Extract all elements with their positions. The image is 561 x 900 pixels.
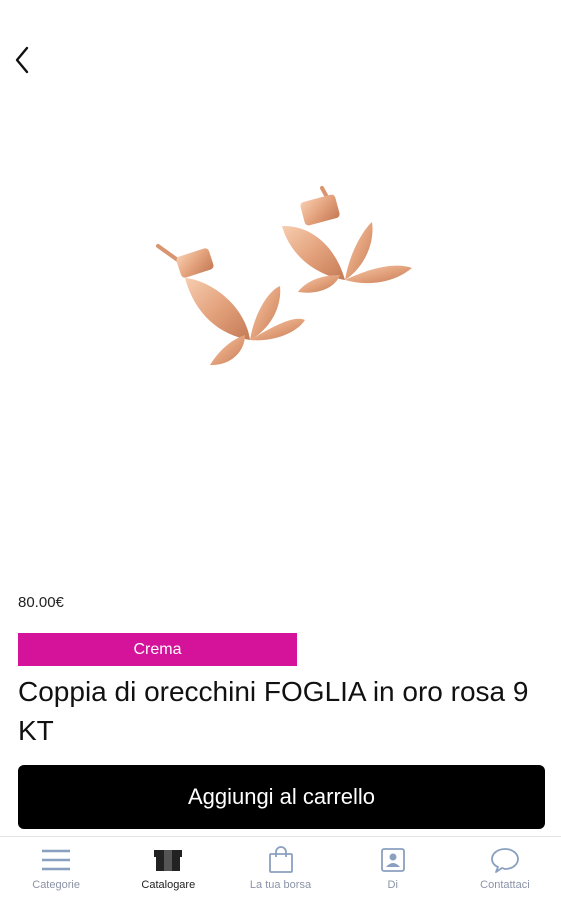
tab-di[interactable]: Di (337, 837, 449, 900)
tab-categorie[interactable]: Categorie (0, 837, 112, 900)
tab-label: Di (387, 879, 398, 891)
tab-catalogare[interactable]: Catalogare (112, 837, 224, 900)
bottom-tab-bar: Categorie Catalogare La tua borsa Di Con… (0, 836, 561, 900)
tab-label: La tua borsa (249, 879, 312, 891)
bag-icon (264, 845, 298, 875)
tab-label: Categorie (32, 879, 80, 891)
earrings-illustration (156, 186, 412, 366)
product-tag: Crema (18, 633, 297, 666)
product-price: 80.00€ (18, 594, 64, 611)
chevron-left-icon (15, 46, 29, 74)
product-page: 80.00€ Crema Coppia di orecchini FOGLIA … (0, 0, 561, 900)
add-to-cart-button[interactable]: Aggiungi al carrello (18, 765, 545, 829)
left-earring (156, 244, 305, 366)
back-button[interactable] (8, 42, 36, 78)
chat-icon (488, 845, 522, 875)
profile-icon (376, 845, 410, 875)
product-image (0, 130, 561, 460)
tab-la-tua-borsa[interactable]: La tua borsa (224, 837, 336, 900)
menu-icon (39, 845, 73, 875)
tab-contattaci[interactable]: Contattaci (449, 837, 561, 900)
tab-label: Catalogare (141, 879, 196, 891)
tab-label: Contattaci (480, 879, 530, 891)
right-earring (282, 186, 412, 293)
box-icon (151, 845, 185, 875)
product-title: Coppia di orecchini FOGLIA in oro rosa 9… (18, 676, 529, 746)
